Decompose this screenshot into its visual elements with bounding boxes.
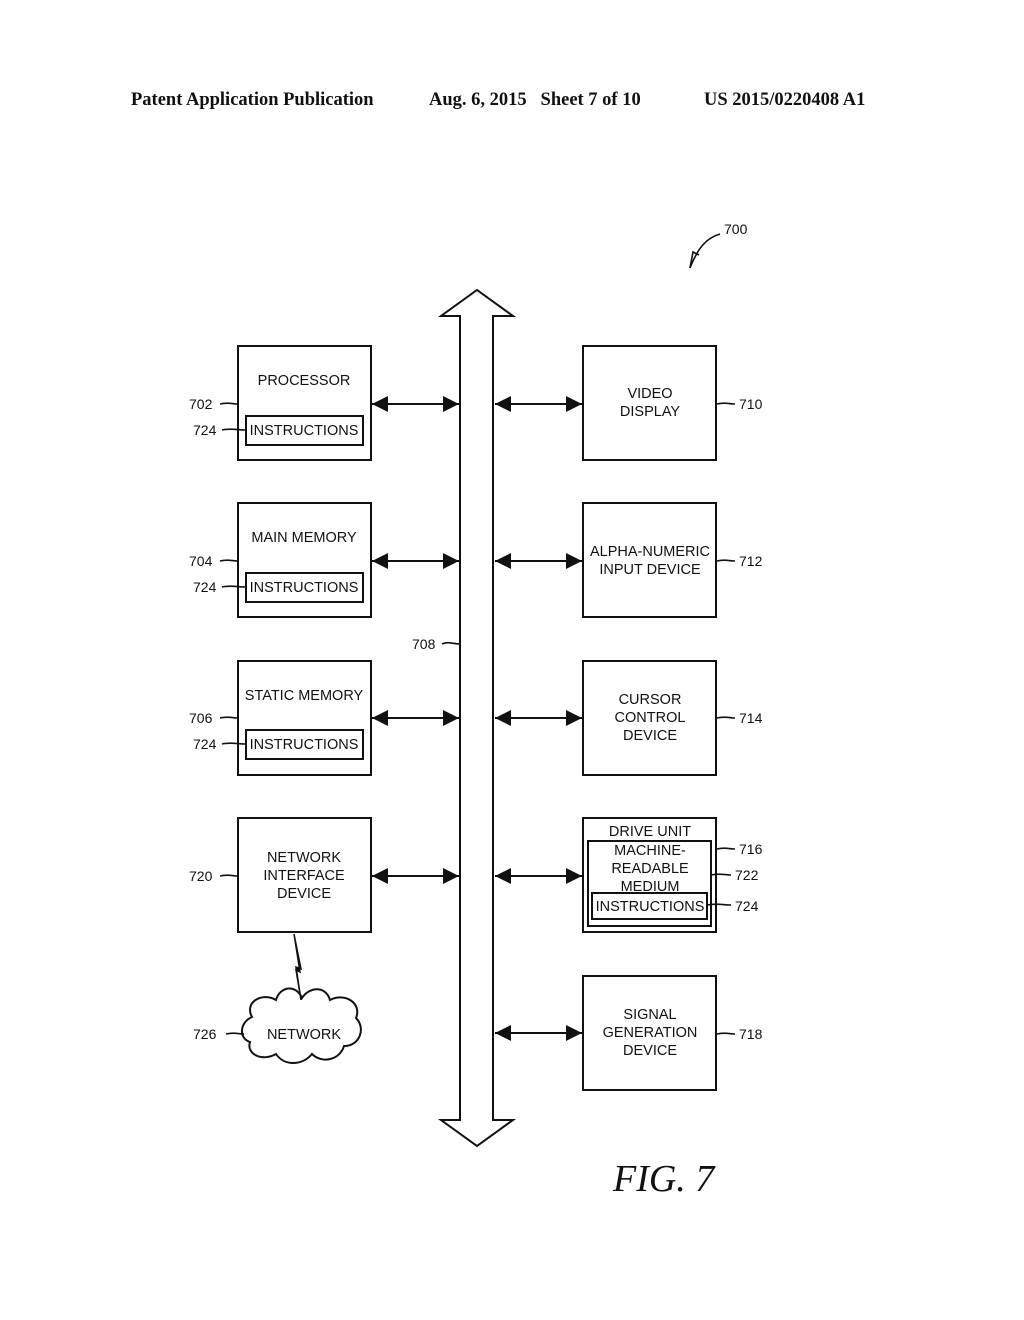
signal-generation-label-2: GENERATION — [603, 1025, 698, 1041]
ref-724: 724 — [735, 898, 759, 914]
block-diagram: 700 708 PROCESSOR INSTRUCTIONS 702 724 M… — [189, 221, 763, 1200]
ref-718: 718 — [739, 1026, 763, 1042]
ref-706: 706 — [189, 710, 213, 726]
ref-722: 722 — [735, 867, 759, 883]
main-memory-block: MAIN MEMORY INSTRUCTIONS 704 724 — [189, 502, 459, 618]
video-display-label-1: VIDEO — [627, 386, 672, 402]
main-memory-label: MAIN MEMORY — [251, 530, 357, 546]
drive-unit-block: DRIVE UNIT MACHINE- READABLE MEDIUM INST… — [495, 817, 763, 933]
ref-724: 724 — [193, 579, 217, 595]
cursor-control-label-1: CURSOR — [619, 692, 682, 708]
video-display-label-2: DISPLAY — [620, 404, 681, 420]
cursor-control-label-2: CONTROL — [615, 710, 686, 726]
medium-label-1: MACHINE- — [614, 843, 686, 859]
cursor-control-label-3: DEVICE — [623, 728, 677, 744]
ref-720: 720 — [189, 868, 213, 884]
ref-726: 726 — [193, 1026, 217, 1042]
ref-716: 716 — [739, 841, 763, 857]
ref-704: 704 — [189, 553, 213, 569]
drive-unit-label: DRIVE UNIT — [609, 824, 691, 840]
static-memory-block: STATIC MEMORY INSTRUCTIONS 706 724 — [189, 660, 459, 776]
video-display-block: VIDEO DISPLAY 710 — [495, 345, 763, 461]
processor-label: PROCESSOR — [258, 373, 351, 389]
alpha-numeric-label-2: INPUT DEVICE — [599, 562, 701, 578]
signal-generation-label-1: SIGNAL — [623, 1007, 676, 1023]
ref-724: 724 — [193, 736, 217, 752]
figure-caption: FIG. 7 — [612, 1158, 716, 1200]
alpha-numeric-label-1: ALPHA-NUMERIC — [590, 544, 710, 560]
instructions-label: INSTRUCTIONS — [250, 580, 359, 596]
ref-724: 724 — [193, 422, 217, 438]
network-interface-block: NETWORK INTERFACE DEVICE 720 — [189, 817, 459, 933]
ref-714: 714 — [739, 710, 763, 726]
network-cloud: NETWORK 726 — [193, 987, 362, 1064]
processor-block: PROCESSOR INSTRUCTIONS 702 724 — [189, 345, 459, 461]
instructions-label: INSTRUCTIONS — [250, 737, 359, 753]
cursor-control-block: CURSOR CONTROL DEVICE 714 — [495, 660, 763, 776]
alpha-numeric-input-block: ALPHA-NUMERIC INPUT DEVICE 712 — [495, 502, 763, 618]
instructions-label: INSTRUCTIONS — [250, 423, 359, 439]
signal-generation-block: SIGNAL GENERATION DEVICE 718 — [495, 975, 763, 1091]
figure-ref-700: 700 — [689, 221, 748, 269]
bus-ref-label: 708 — [412, 636, 436, 652]
ref-712: 712 — [739, 553, 763, 569]
network-label: NETWORK — [267, 1027, 341, 1043]
static-memory-label: STATIC MEMORY — [245, 688, 364, 704]
figure-ref-label: 700 — [724, 221, 748, 237]
ref-702: 702 — [189, 396, 213, 412]
ref-710: 710 — [739, 396, 763, 412]
instructions-label: INSTRUCTIONS — [596, 899, 705, 915]
network-interface-label-2: INTERFACE — [263, 868, 345, 884]
network-interface-label-1: NETWORK — [267, 850, 341, 866]
network-interface-label-3: DEVICE — [277, 886, 331, 902]
signal-generation-label-3: DEVICE — [623, 1043, 677, 1059]
medium-label-2: READABLE — [611, 861, 689, 877]
